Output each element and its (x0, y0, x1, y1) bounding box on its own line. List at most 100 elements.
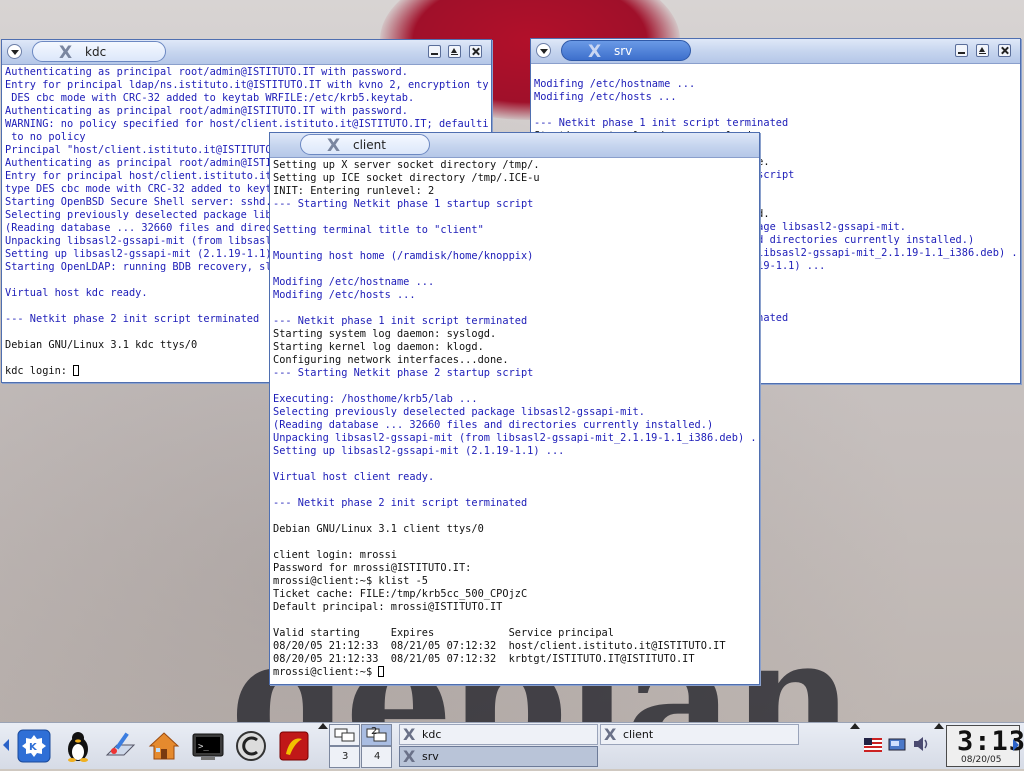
maximize-button[interactable] (976, 44, 989, 57)
text-cursor (73, 365, 80, 376)
window-title: srv (614, 44, 633, 58)
terminal-line: 08/20/05 21:12:33 08/21/05 07:12:32 krbt… (273, 653, 695, 665)
window-menu-icon[interactable] (7, 44, 22, 59)
x-app-icon: X (59, 43, 73, 63)
pager-label: 2 (371, 726, 378, 737)
terminal-line: --- Starting Netkit phase 2 startup scri… (273, 367, 534, 379)
paint-icon[interactable] (104, 729, 138, 763)
close-button[interactable] (998, 44, 1011, 57)
task-label: srv (422, 750, 439, 763)
task-srv[interactable]: X srv (399, 746, 598, 767)
pager-desktop-4[interactable]: 4 (361, 746, 392, 768)
client-terminal-window[interactable]: X client Setting up X server socket dire… (269, 132, 760, 685)
terminal-line: (Reading database ... 32660 files and di… (273, 419, 714, 431)
srv-titlebar[interactable]: X srv (531, 39, 1020, 64)
penguin-icon[interactable] (61, 729, 95, 763)
panel-hide-right-arrow[interactable] (934, 723, 944, 729)
terminal-line: DES cbc mode with CRC-32 added to keytab… (5, 92, 415, 104)
prompt-text: kdc login: (5, 365, 74, 377)
clock[interactable]: 3:13 08/20/05 (946, 725, 1024, 767)
terminal-line: Setting up ICE socket directory /tmp/.IC… (273, 172, 540, 184)
task-kdc[interactable]: X kdc (399, 724, 598, 745)
kdc-title-pill[interactable]: X kdc (32, 41, 166, 63)
x-app-icon: X (403, 747, 416, 766)
terminal-line: Unpacking libsasl2-gssapi-mit (from libs… (273, 432, 757, 444)
pager-desktop-3[interactable]: 3 (329, 746, 360, 768)
terminal-line: Starting system log daemon: syslogd. (273, 328, 497, 340)
terminal-line: Configuring network interfaces...done. (273, 354, 509, 366)
window-menu-icon[interactable] (536, 43, 551, 58)
pdf-reader-icon[interactable] (277, 729, 311, 763)
x-app-icon: X (327, 136, 341, 156)
terminal-line: Debian GNU/Linux 3.1 client ttys/0 (273, 523, 484, 535)
kde-menu-icon[interactable]: K (17, 729, 51, 763)
task-label: client (623, 728, 654, 741)
client-title-pill[interactable]: X client (300, 134, 430, 156)
terminal-line: Executing: /hosthome/krb5/lab ... (273, 393, 478, 405)
prompt-text: mrossi@client:~$ (273, 666, 379, 678)
pager-label: 3 (342, 751, 349, 762)
panel-hide-arrow[interactable] (318, 723, 328, 729)
terminal-line: --- Netkit phase 1 init script terminate… (534, 117, 789, 129)
home-icon[interactable] (147, 729, 181, 763)
terminal-line: 08/20/05 21:12:33 08/21/05 07:12:32 host… (273, 640, 726, 652)
terminal-line: Modifing /etc/hostname ... (273, 276, 435, 288)
close-button[interactable] (469, 45, 482, 58)
x-app-icon: X (588, 42, 602, 62)
konqueror-icon[interactable] (234, 729, 268, 763)
task-label: kdc (422, 728, 442, 741)
terminal-line: --- Netkit phase 1 init script terminate… (273, 315, 528, 327)
panel-hide-left-arrow[interactable] (3, 739, 9, 751)
volume-icon[interactable] (912, 735, 930, 751)
kdc-titlebar[interactable]: X kdc (2, 40, 491, 65)
panel-hide-right-edge-arrow[interactable] (1013, 739, 1019, 751)
terminal-line: --- Starting Netkit phase 1 startup scri… (273, 198, 534, 210)
terminal-line: WARNING: no policy specified for host/cl… (5, 118, 489, 130)
terminal-line: Setting up libsasl2-gssapi-mit (2.1.19-1… (273, 445, 565, 457)
terminal-line: Modifing /etc/hosts ... (273, 289, 416, 301)
terminal-line: Password for mrossi@ISTITUTO.IT: (273, 562, 472, 574)
terminal-icon[interactable]: >_ (191, 729, 225, 763)
task-client[interactable]: X client (600, 724, 799, 745)
terminal-line: client login: mrossi (273, 549, 397, 561)
terminal-line: Authenticating as principal root/admin@I… (5, 105, 408, 117)
terminal-line: Mounting host home (/ramdisk/home/knoppi… (273, 250, 534, 262)
terminal-line: Setting terminal title to "client" (273, 224, 484, 236)
x-app-icon: X (403, 725, 416, 744)
terminal-line: Ticket cache: FILE:/tmp/krb5cc_500_CPOjz… (273, 588, 528, 600)
maximize-button[interactable] (448, 45, 461, 58)
terminal-line: Authenticating as principal root/admin@I… (5, 66, 408, 78)
client-titlebar[interactable]: X client (270, 133, 759, 158)
terminal-line: Valid starting Expires Service principal (273, 627, 614, 639)
display-icon[interactable] (888, 737, 906, 751)
terminal-line: Modifing /etc/hostname ... (534, 78, 696, 90)
window-title: client (353, 138, 386, 152)
minimize-button[interactable] (955, 44, 968, 57)
kde-panel: K >_ 2 3 4 X kdc X client X srv 3:13 08/… (0, 722, 1024, 769)
text-cursor (378, 666, 385, 677)
srv-title-pill[interactable]: X srv (561, 40, 691, 62)
client-terminal-output[interactable]: Setting up X server socket directory /tm… (273, 159, 757, 682)
terminal-line: Selecting previously deselected package … (273, 406, 645, 418)
us-flag-icon[interactable] (864, 737, 882, 752)
minimize-button[interactable] (428, 45, 441, 58)
svg-text:>_: >_ (198, 742, 209, 752)
terminal-line: mrossi@client:~$ klist -5 (273, 575, 428, 587)
svg-text:K: K (29, 742, 38, 753)
terminal-line: Default principal: mrossi@ISTITUTO.IT (273, 601, 503, 613)
window-title: kdc (85, 45, 107, 59)
prompt-line[interactable]: mrossi@client:~$ (273, 666, 757, 679)
tray-hide-arrow[interactable] (850, 723, 860, 729)
terminal-line: Starting kernel log daemon: klogd. (273, 341, 484, 353)
terminal-line: Setting up X server socket directory /tm… (273, 159, 540, 171)
